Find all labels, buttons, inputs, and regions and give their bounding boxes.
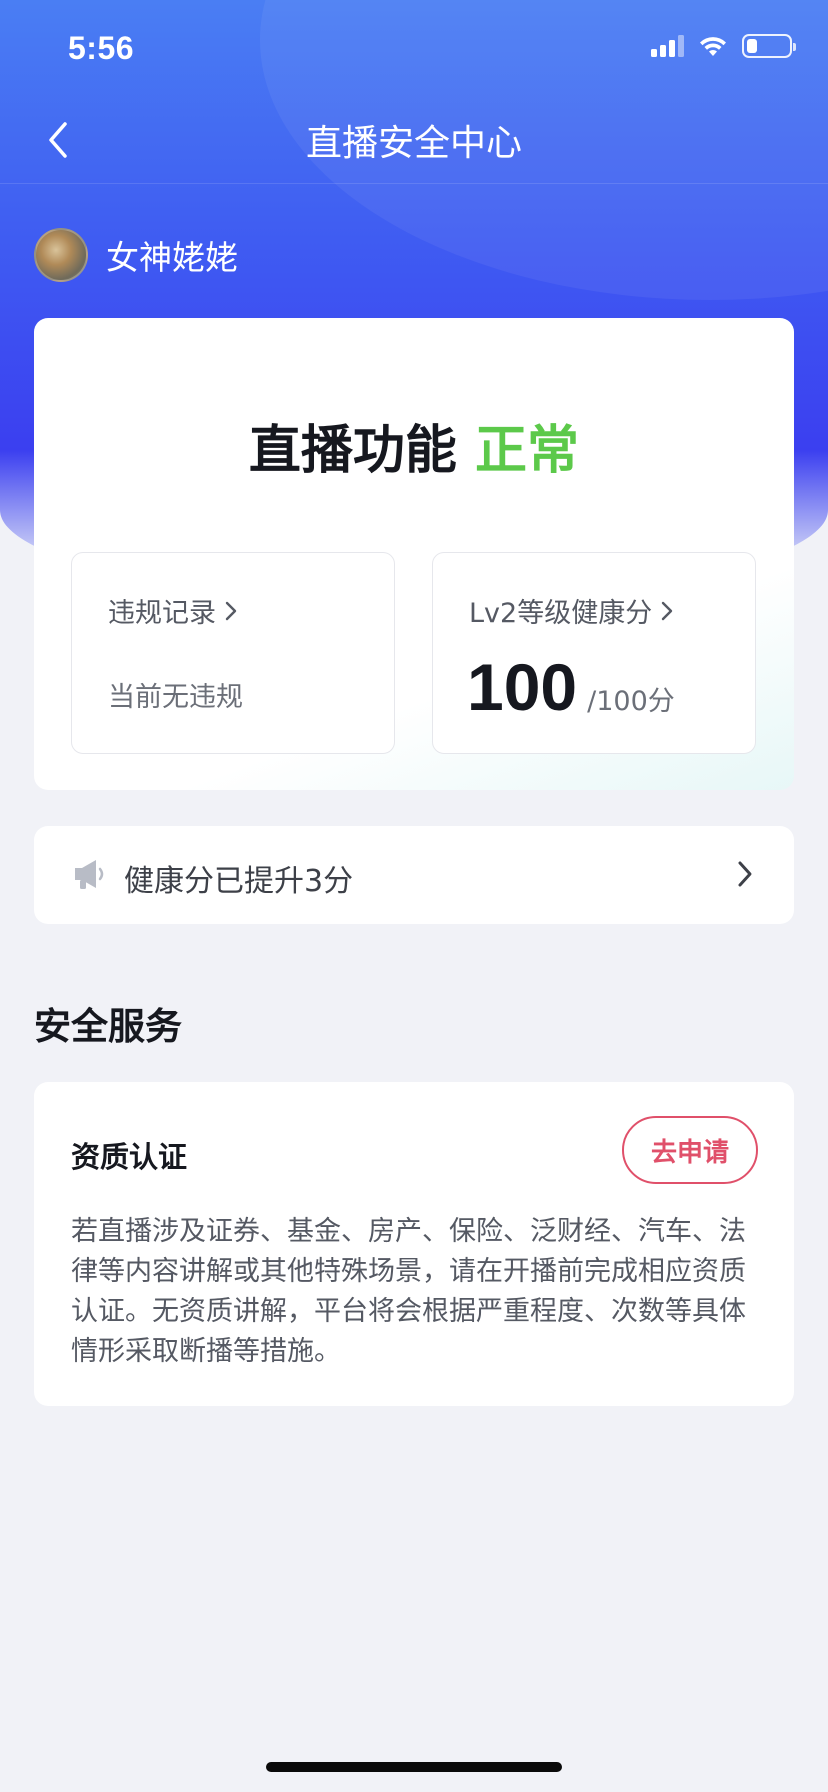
status-bar: 5:56 (0, 0, 828, 96)
chevron-right-icon (662, 601, 673, 620)
qualification-description: 若直播涉及证券、基金、房产、保险、泛财经、汽车、法律等内容讲解或其他特殊场景，请… (71, 1216, 746, 1367)
user-name: 女神姥姥 (106, 238, 238, 277)
health-score-card[interactable]: Lv2等级健康分 100 /100分 (432, 552, 756, 754)
apply-button[interactable]: 去申请 (622, 1116, 758, 1184)
live-status-headline: 直播功能 正常 (34, 408, 794, 483)
health-score-label: Lv2等级健康分 (469, 598, 653, 629)
health-score-row: 100 /100分 (467, 649, 675, 725)
status-icons (651, 34, 796, 58)
chevron-right-icon (738, 861, 752, 887)
section-title-safety-services: 安全服务 (34, 1005, 182, 1048)
violation-records-card[interactable]: 违规记录 当前无违规 (71, 552, 395, 754)
wifi-icon (700, 37, 726, 56)
megaphone-icon (75, 860, 104, 889)
page-title: 直播安全中心 (305, 123, 522, 164)
battery-icon (742, 34, 796, 58)
health-notice-banner[interactable]: 健康分已提升3分 (34, 826, 794, 924)
avatar (34, 228, 88, 282)
health-score-total: /100分 (587, 686, 675, 717)
chevron-right-icon (225, 601, 237, 620)
live-status-label: 直播功能 (248, 421, 457, 481)
health-score-value: 100 (467, 650, 578, 724)
navigation-bar: 直播安全中心 (0, 96, 828, 184)
qualification-title: 资质认证 (71, 1140, 188, 1174)
health-score-title: Lv2等级健康分 (469, 591, 674, 630)
violation-records-title: 违规记录 (108, 591, 238, 630)
cellular-signal-icon (651, 35, 684, 57)
live-status-value: 正常 (475, 421, 580, 481)
live-status-card: 直播功能 正常 违规记录 当前无违规 Lv2等级健康分 100 /100分 (34, 318, 794, 790)
home-indicator[interactable] (266, 1762, 562, 1772)
qualification-service-card: 资质认证 去申请 若直播涉及证券、基金、房产、保险、泛财经、汽车、法律等内容讲解… (34, 1082, 794, 1406)
violation-records-value: 当前无违规 (108, 682, 243, 713)
health-notice-text: 健康分已提升3分 (124, 864, 354, 899)
violation-records-label: 违规记录 (108, 598, 216, 629)
user-profile-row: 女神姥姥 (34, 228, 238, 282)
status-time: 5:56 (68, 30, 135, 66)
